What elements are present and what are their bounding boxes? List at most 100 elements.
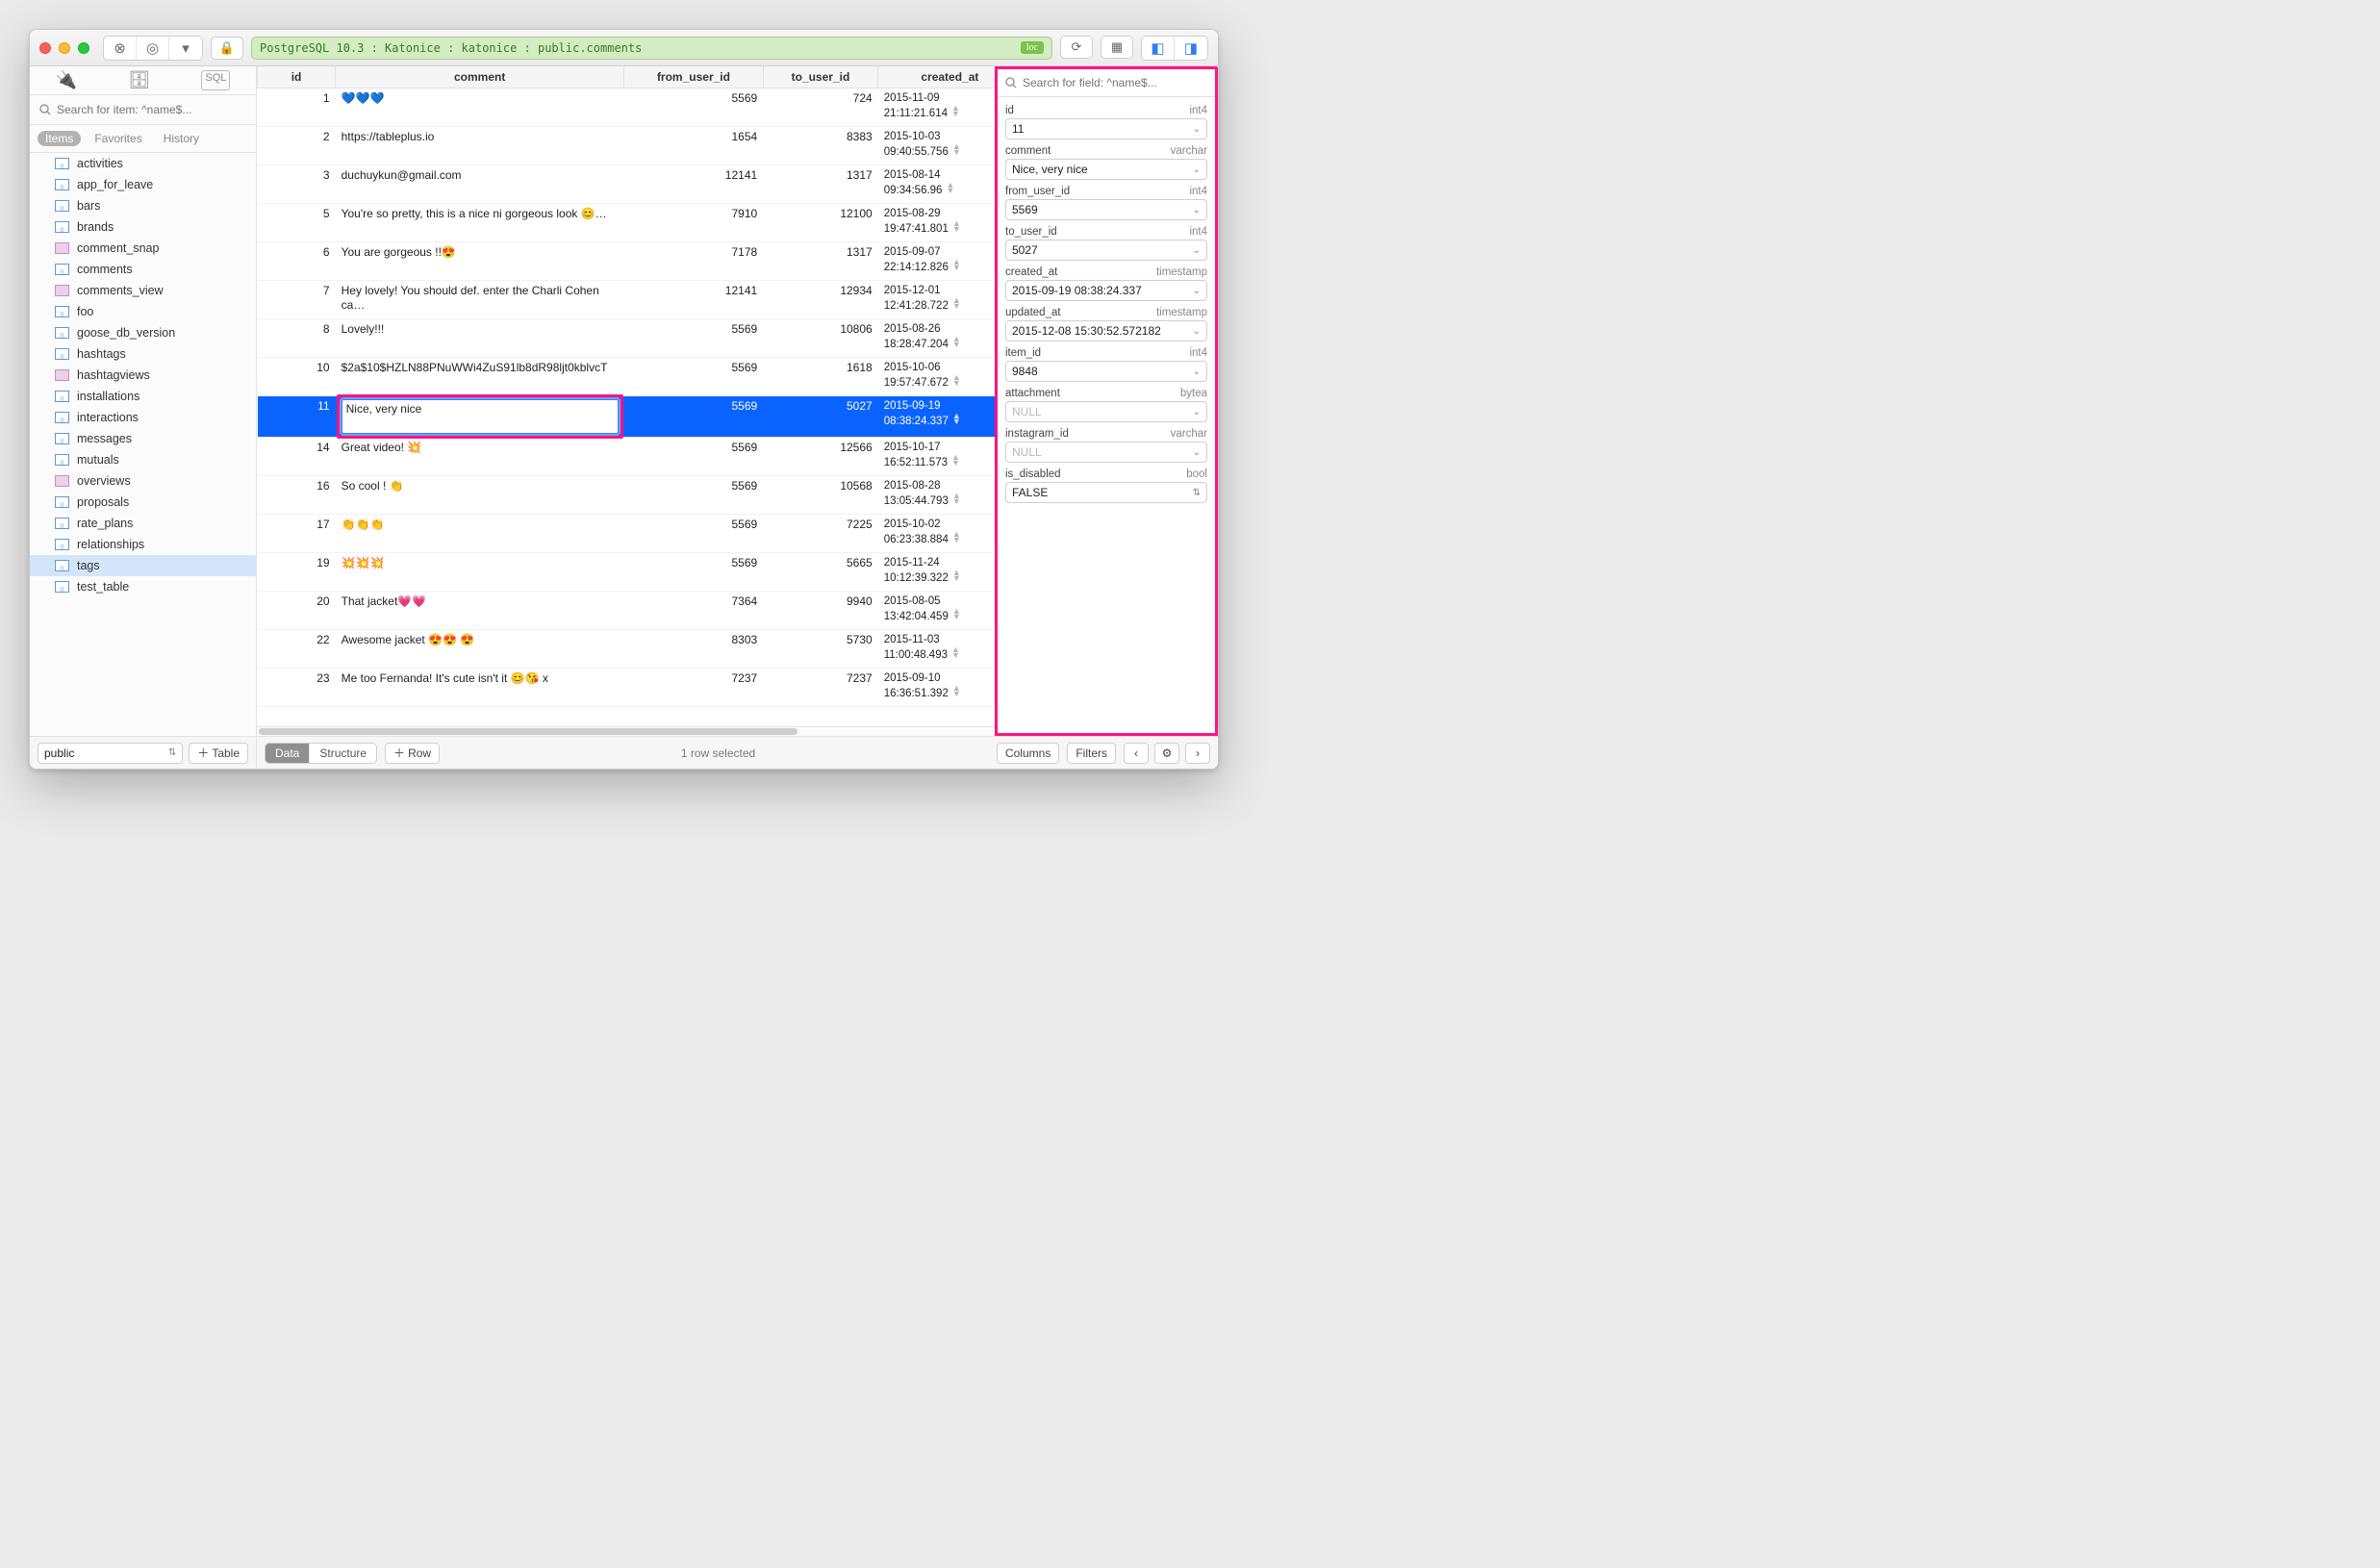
sidebar-item-comment_snap[interactable]: comment_snap — [30, 238, 256, 259]
sidebar-item-test_table[interactable]: test_table — [30, 576, 256, 597]
sql-icon[interactable]: SQL — [201, 70, 230, 90]
sidebar-item-app_for_leave[interactable]: app_for_leave — [30, 174, 256, 195]
segment-structure[interactable]: Structure — [310, 744, 376, 763]
sidebar-item-hashtagviews[interactable]: hashtagviews — [30, 365, 256, 386]
sidebar-item-interactions[interactable]: interactions — [30, 407, 256, 428]
sidebar-tabs: Items Favorites History — [30, 125, 256, 153]
sidebar-tab-items[interactable]: Items — [38, 131, 81, 146]
column-header-to_user_id[interactable]: to_user_id — [763, 66, 878, 89]
field-input-created_at[interactable]: 2015-09-19 08:38:24.337⌄ — [1005, 280, 1207, 301]
toggle-right-panel-icon[interactable]: ◨ — [1175, 37, 1207, 60]
minimize-window-icon[interactable] — [59, 42, 70, 54]
sidebar-list[interactable]: activitiesapp_for_leavebarsbrandscomment… — [30, 153, 256, 736]
sidebar-item-relationships[interactable]: relationships — [30, 534, 256, 555]
refresh-button[interactable]: ⟳ — [1060, 36, 1093, 59]
sidebar-item-messages[interactable]: messages — [30, 428, 256, 449]
socket-icon[interactable]: 🔌 — [56, 70, 77, 90]
sidebar-item-brands[interactable]: brands — [30, 216, 256, 238]
add-row-button[interactable]: ＋ Row — [385, 743, 440, 764]
sidebar-item-comments_view[interactable]: comments_view — [30, 280, 256, 301]
segment-data[interactable]: Data — [266, 744, 310, 763]
database-icon[interactable]: 🗄 — [128, 70, 150, 90]
sidebar-item-label: foo — [77, 305, 93, 318]
gear-icon[interactable]: ⚙ — [1154, 743, 1179, 764]
field-input-to_user_id[interactable]: 5027⌄ — [1005, 240, 1207, 261]
field-input-id[interactable]: 11⌄ — [1005, 118, 1207, 139]
table-row[interactable]: 11Nice, very nice556950272015-09-1908:38… — [258, 396, 996, 438]
lock-icon[interactable]: 🔒 — [211, 37, 243, 60]
table-row[interactable]: 7Hey lovely! You should def. enter the C… — [258, 281, 996, 319]
loc-badge: loc — [1021, 41, 1044, 54]
sidebar-item-foo[interactable]: foo — [30, 301, 256, 322]
table-row[interactable]: 8Lovely!!!5569108062015-08-2618:28:47.20… — [258, 319, 996, 358]
table-row[interactable]: 20That jacket💗💗736499402015-08-0513:42:0… — [258, 592, 996, 630]
status-text: 1 row selected — [447, 746, 989, 760]
table-row[interactable]: 2https://tableplus.io165483832015-10-030… — [258, 127, 996, 165]
schema-select[interactable]: public ⇅ — [38, 743, 183, 764]
columns-button[interactable]: Columns — [997, 743, 1059, 764]
stop-button[interactable]: ⊗ — [104, 37, 137, 60]
field-item_id: item_idint49848⌄ — [1005, 347, 1207, 382]
next-button[interactable]: › — [1185, 743, 1210, 764]
toggle-left-panel-icon[interactable]: ◧ — [1142, 37, 1175, 60]
field-input-attachment[interactable]: NULL⌄ — [1005, 401, 1207, 422]
sidebar-item-label: relationships — [77, 538, 144, 551]
table-icon — [55, 264, 69, 275]
table-row[interactable]: 5You're so pretty, this is a nice ni gor… — [258, 204, 996, 242]
sidebar-item-proposals[interactable]: proposals — [30, 492, 256, 513]
column-header-created_at[interactable]: created_at — [878, 66, 995, 89]
sidebar-item-rate_plans[interactable]: rate_plans — [30, 513, 256, 534]
breadcrumb[interactable]: PostgreSQL 10.3 : Katonice : katonice : … — [251, 37, 1052, 60]
field-input-comment[interactable]: Nice, very nice⌄ — [1005, 159, 1207, 180]
sidebar-item-hashtags[interactable]: hashtags — [30, 343, 256, 365]
dropdown-button[interactable]: ▾ — [169, 37, 202, 60]
add-table-button[interactable]: ＋ Table — [189, 743, 248, 764]
field-input-from_user_id[interactable]: 5569⌄ — [1005, 199, 1207, 220]
table-row[interactable]: 23Me too Fernanda! It's cute isn't it 😊😘… — [258, 669, 996, 707]
table-row[interactable]: 16So cool ! 👏5569105682015-08-2813:05:44… — [258, 476, 996, 515]
sidebar-tab-history[interactable]: History — [156, 131, 207, 146]
sidebar-item-mutuals[interactable]: mutuals — [30, 449, 256, 470]
field-input-item_id[interactable]: 9848⌄ — [1005, 361, 1207, 382]
sidebar-item-overviews[interactable]: overviews — [30, 470, 256, 492]
column-header-comment[interactable]: comment — [336, 66, 624, 89]
field-comment: commentvarcharNice, very nice⌄ — [1005, 145, 1207, 180]
inspector-search-input[interactable] — [1003, 73, 1209, 92]
column-header-from_user_id[interactable]: from_user_id — [624, 66, 763, 89]
sidebar-search — [30, 95, 256, 125]
table-row[interactable]: 22Awesome jacket 😍😍 😍830357302015-11-031… — [258, 630, 996, 669]
sidebar-search-input[interactable] — [38, 99, 248, 120]
prev-button[interactable]: ‹ — [1124, 743, 1149, 764]
sidebar-tab-favorites[interactable]: Favorites — [87, 131, 149, 146]
sidebar-item-comments[interactable]: comments — [30, 259, 256, 280]
filters-button[interactable]: Filters — [1067, 743, 1116, 764]
field-input-instagram_id[interactable]: NULL⌄ — [1005, 442, 1207, 463]
close-window-icon[interactable] — [39, 42, 51, 54]
table-row[interactable]: 19💥💥💥556956652015-11-2410:12:39.322▲▼201… — [258, 553, 996, 592]
reveal-button[interactable]: ◎ — [137, 37, 169, 60]
sidebar-item-label: mutuals — [77, 453, 119, 467]
table-row[interactable]: 6You are gorgeous !!😍717813172015-09-072… — [258, 242, 996, 281]
sidebar-item-label: overviews — [77, 474, 131, 488]
table-row[interactable]: 3duchuykun@gmail.com1214113172015-08-140… — [258, 165, 996, 204]
sidebar-item-label: interactions — [77, 411, 139, 424]
grid-mode-button[interactable]: ▦ — [1101, 36, 1133, 59]
table-row[interactable]: 1💙💙💙55697242015-11-0921:11:21.614▲▼2015-… — [258, 89, 996, 127]
sidebar-item-installations[interactable]: installations — [30, 386, 256, 407]
sidebar-item-bars[interactable]: bars — [30, 195, 256, 216]
field-created_at: created_attimestamp2015-09-19 08:38:24.3… — [1005, 266, 1207, 301]
grid-scroll[interactable]: idcommentfrom_user_idto_user_idcreated_a… — [257, 66, 995, 726]
table-row[interactable]: 10$2a$10$HZLN88PNuWWi4ZuS91lb8dR98ljt0kb… — [258, 358, 996, 396]
sidebar-item-tags[interactable]: tags — [30, 555, 256, 576]
field-input-updated_at[interactable]: 2015-12-08 15:30:52.572182⌄ — [1005, 320, 1207, 341]
horizontal-scrollbar[interactable] — [257, 726, 995, 736]
cell-editor[interactable]: Nice, very nice — [342, 399, 619, 434]
field-input-is_disabled[interactable]: FALSE⇅ — [1005, 482, 1207, 503]
table-row[interactable]: 17👏👏👏556972252015-10-0206:23:38.884▲▼201… — [258, 515, 996, 553]
zoom-window-icon[interactable] — [78, 42, 89, 54]
table-row[interactable]: 14Great video! 💥5569125662015-10-1716:52… — [258, 438, 996, 476]
column-header-id[interactable]: id — [258, 66, 336, 89]
sidebar-item-activities[interactable]: activities — [30, 153, 256, 174]
sidebar-item-goose_db_version[interactable]: goose_db_version — [30, 322, 256, 343]
table-icon — [55, 412, 69, 423]
